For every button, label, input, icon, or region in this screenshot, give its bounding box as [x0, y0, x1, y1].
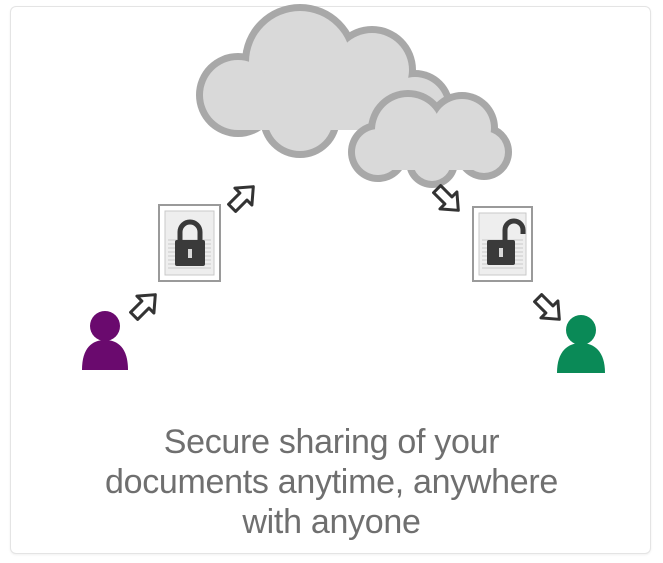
outline-arrow-icon [533, 293, 561, 321]
caption-text: Secure sharing of your documents anytime… [60, 422, 603, 542]
locked-padlock-document-icon [158, 204, 221, 282]
outline-arrow-icon [227, 185, 255, 213]
caption-line-1: Secure sharing of your [163, 423, 500, 461]
caption-line-2: documents anytime, anywhere [104, 463, 559, 501]
receiver-user-icon [557, 315, 605, 373]
unlocked-padlock-document-icon [472, 206, 533, 282]
outline-arrow-icon [129, 293, 157, 321]
sender-user-icon [82, 311, 128, 370]
cloud-icon [196, 4, 512, 188]
caption-line-3: with anyone [242, 503, 421, 541]
